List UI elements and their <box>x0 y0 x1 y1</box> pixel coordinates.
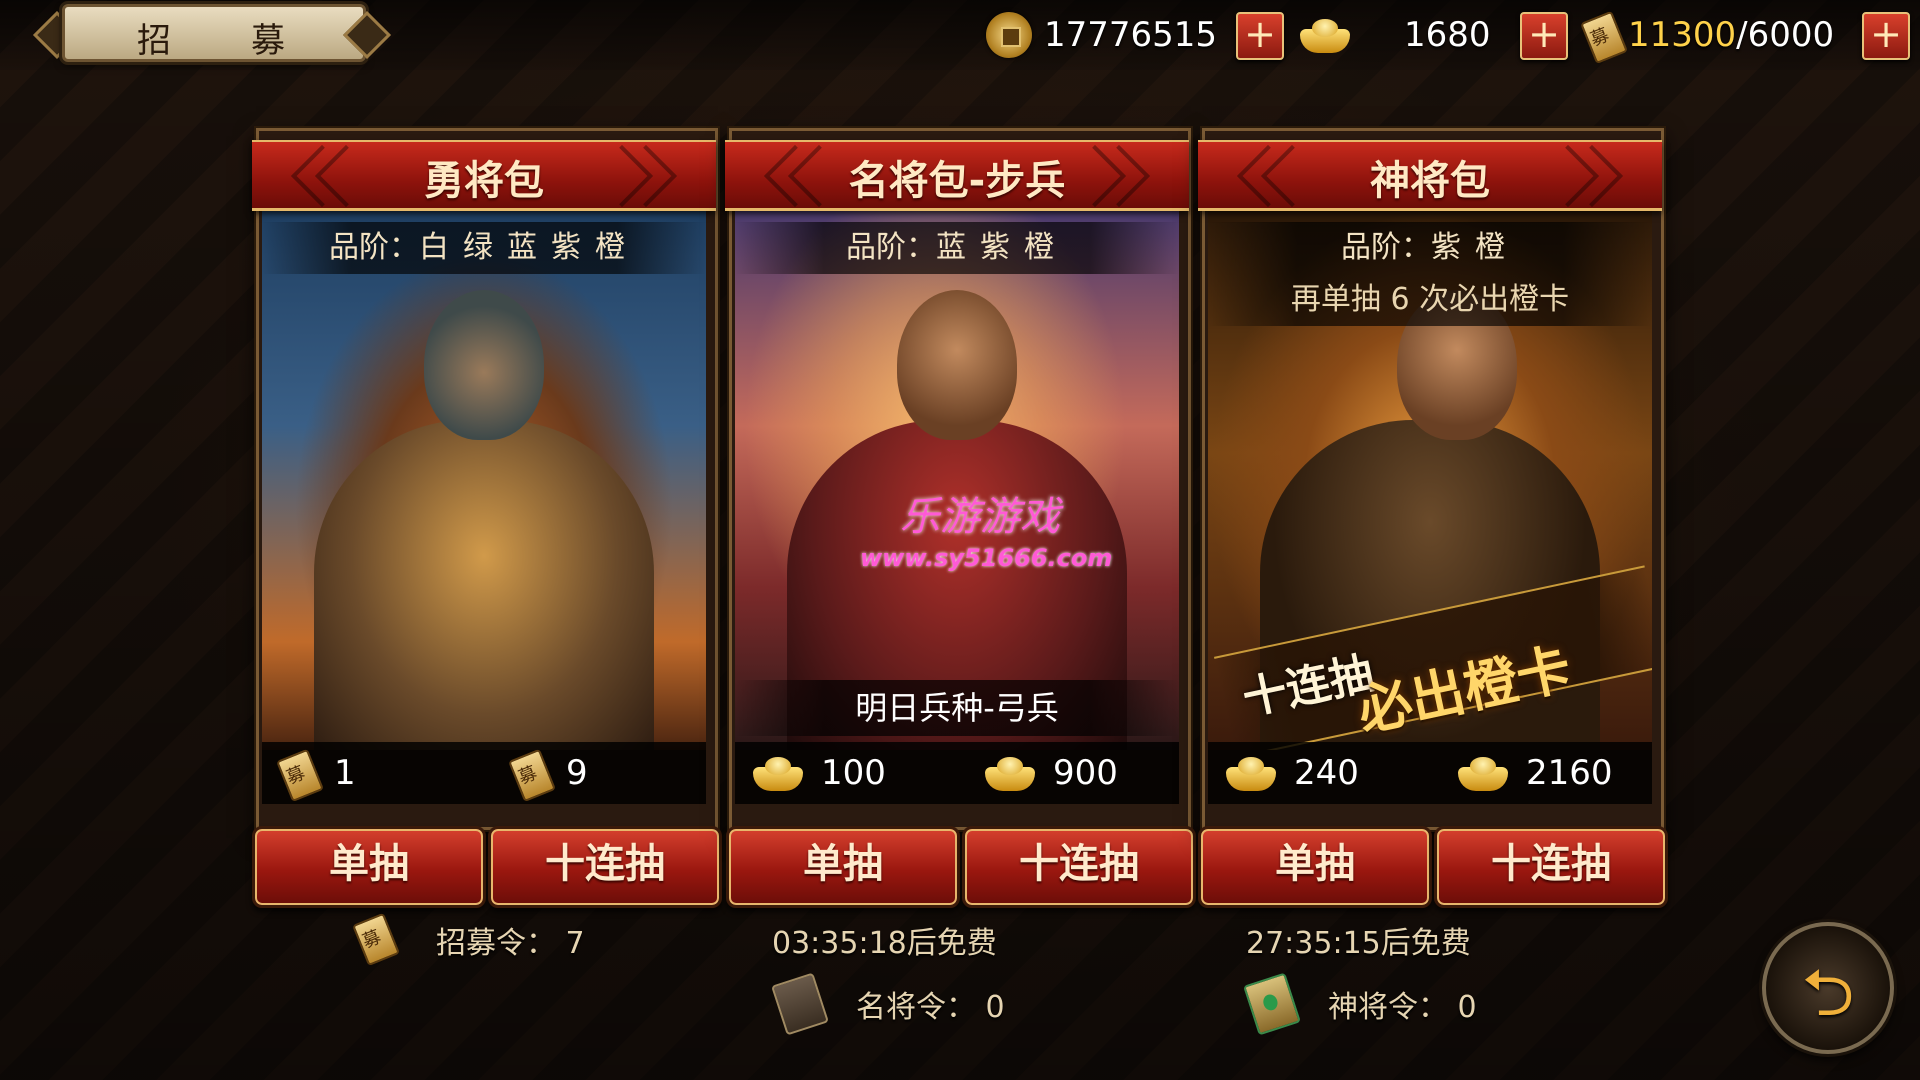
stamina-max: 6000 <box>1747 15 1835 55</box>
ten-cost: 9 <box>508 748 588 798</box>
card-header: 神将包 <box>1198 140 1662 211</box>
portrait-body <box>314 420 654 750</box>
famous-token-icon <box>771 972 829 1036</box>
quality-label: 品阶： <box>1341 230 1431 265</box>
watermark-url: www.sy51666.com <box>860 544 1113 572</box>
portrait-head <box>424 290 544 440</box>
divine-token-icon <box>1243 972 1301 1036</box>
famous-token-count: 名将令： 0 <box>856 990 1005 1025</box>
single-cost: 1 <box>276 748 356 798</box>
general-portrait-armored <box>262 210 706 750</box>
single-cost: 240 <box>1222 748 1359 798</box>
quality-values: 蓝紫橙 <box>936 230 1068 265</box>
famous-single-draw-button[interactable]: 单抽 <box>726 826 960 908</box>
back-arrow-icon: ⮌ <box>1801 954 1855 1031</box>
ten-cost: 2160 <box>1454 748 1613 798</box>
portrait-head <box>897 290 1017 440</box>
quality-values: 紫橙 <box>1431 230 1519 265</box>
brave-single-draw-button[interactable]: 单抽 <box>252 826 486 908</box>
stamina-token-icon <box>1572 4 1632 67</box>
recruit-token-icon <box>268 742 328 805</box>
copper-value: 17776515 <box>1044 15 1218 55</box>
stamina-separator: / <box>1736 15 1748 55</box>
top-bar: 招 募 17776515 + 1680 + 11300 / 6000 + <box>0 0 1920 70</box>
screen-title-plaque: 招 募 <box>62 4 366 62</box>
screen-title-char-2: 募 <box>251 21 285 61</box>
watermark-brand: 乐游游戏 <box>900 494 1060 540</box>
cost-row: 100 900 <box>735 742 1179 804</box>
back-button[interactable]: ⮌ <box>1762 922 1894 1054</box>
add-copper-button[interactable]: + <box>1236 12 1284 60</box>
stamina-current: 11300 <box>1628 15 1737 55</box>
cost-row: 240 2160 <box>1208 742 1652 804</box>
ten-cost: 900 <box>981 748 1118 798</box>
gold-value: 1680 <box>1404 15 1491 55</box>
next-unit-label: 明日兵种-弓兵 <box>735 680 1179 736</box>
divine-token-count: 神将令： 0 <box>1328 990 1477 1025</box>
gold-ingot-icon <box>981 753 1039 793</box>
recruit-token-count: 招募令： 7 <box>436 926 585 961</box>
pack-card-famous-infantry[interactable]: 品阶：蓝紫橙 明日兵种-弓兵 名将包-步兵 100 900 <box>725 128 1191 830</box>
divine-single-draw-button[interactable]: 单抽 <box>1198 826 1432 908</box>
watermark: 乐游游戏 www.sy51666.com <box>860 484 1113 572</box>
copper-counter: 17776515 <box>986 8 1217 62</box>
card-header: 名将包-步兵 <box>725 140 1189 211</box>
card-header: 勇将包 <box>252 140 716 211</box>
gold-ingot-icon <box>1222 753 1280 793</box>
general-portrait-red-cape <box>735 210 1179 750</box>
quality-strip: 品阶：蓝紫橙 <box>735 222 1179 274</box>
ten-cost-value: 900 <box>1053 753 1118 793</box>
cost-row: 1 9 <box>262 742 706 804</box>
quality-label: 品阶： <box>846 230 936 265</box>
pack-card-divine[interactable]: 十连抽 必出橙卡 品阶：紫橙 再单抽 6 次必出橙卡 神将包 240 2160 <box>1198 128 1664 830</box>
gold-ingot-icon <box>749 753 807 793</box>
famous-ten-draw-button[interactable]: 十连抽 <box>962 826 1196 908</box>
single-cost-value: 1 <box>334 753 356 793</box>
recruit-token-icon <box>344 906 404 969</box>
quality-strip: 品阶：白绿蓝紫橙 <box>262 222 706 274</box>
divine-free-timer: 27:35:15后免费 <box>1246 926 1471 961</box>
single-cost: 100 <box>749 748 886 798</box>
brave-ten-draw-button[interactable]: 十连抽 <box>488 826 722 908</box>
add-stamina-button[interactable]: + <box>1862 12 1910 60</box>
single-cost-value: 100 <box>821 753 886 793</box>
quality-strip: 品阶：紫橙 <box>1208 222 1652 274</box>
pack-title: 神将包 <box>1370 158 1490 204</box>
stamina-counter: 11300 / 6000 <box>1580 8 1834 62</box>
pack-title: 名将包-步兵 <box>848 158 1066 204</box>
quality-values: 白绿蓝紫橙 <box>419 230 639 265</box>
screen-title-char-1: 招 <box>137 21 171 61</box>
quality-label: 品阶： <box>329 230 419 265</box>
pack-title: 勇将包 <box>424 158 544 204</box>
gold-counter: 1680 <box>1296 8 1491 62</box>
ten-cost-value: 2160 <box>1526 753 1613 793</box>
gold-ingot-icon <box>1296 15 1354 55</box>
ten-cost-value: 9 <box>566 753 588 793</box>
famous-free-timer: 03:35:18后免费 <box>772 926 997 961</box>
gold-ingot-icon <box>1454 753 1512 793</box>
pity-counter: 再单抽 6 次必出橙卡 <box>1208 274 1652 326</box>
copper-coin-icon <box>986 12 1032 58</box>
recruit-token-icon <box>500 742 560 805</box>
pack-card-brave[interactable]: 品阶：白绿蓝紫橙 勇将包 1 9 <box>252 128 718 830</box>
add-gold-button[interactable]: + <box>1520 12 1568 60</box>
divine-ten-draw-button[interactable]: 十连抽 <box>1434 826 1668 908</box>
single-cost-value: 240 <box>1294 753 1359 793</box>
